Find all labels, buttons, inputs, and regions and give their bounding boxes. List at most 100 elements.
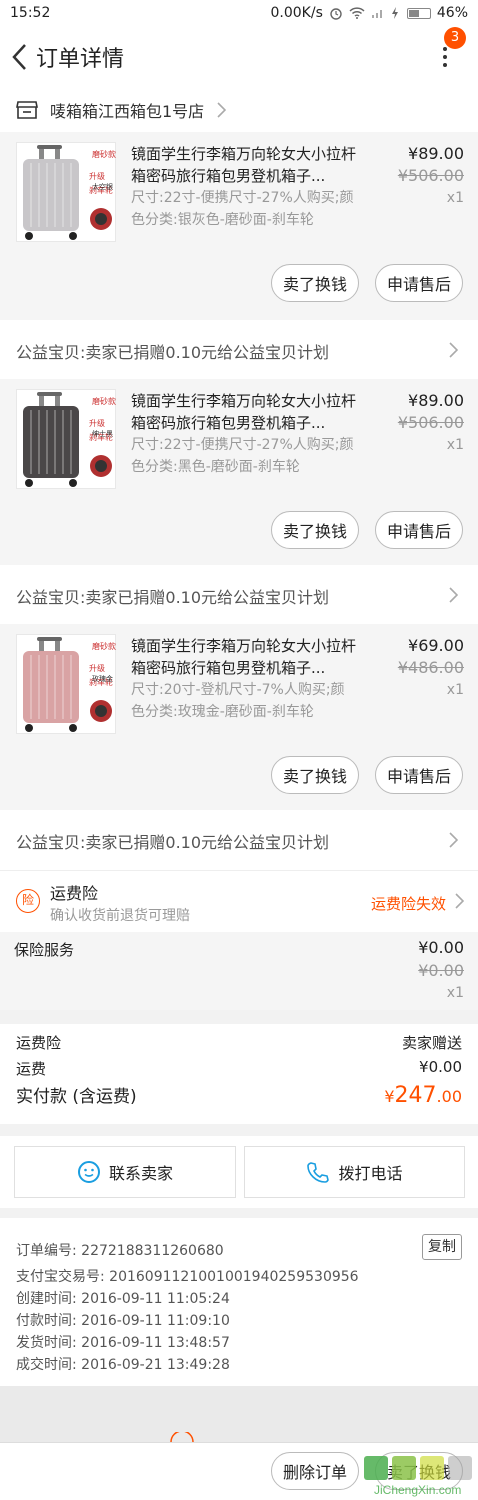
product-sku: 尺寸:22寸-便携尺寸-27%人购买;颜色分类:黑色-磨砂面-刹车轮 <box>131 437 354 475</box>
more-menu-button[interactable]: 3 <box>430 27 466 77</box>
paid-time: 付款时间: 2016-09-11 11:09:10 <box>16 1313 230 1329</box>
contact-bar: 联系卖家 拨打电话 <box>0 1136 478 1208</box>
product-sku: 尺寸:20寸-登机尺寸-7%人购买;颜色分类:玫瑰金-磨砂面-刹车轮 <box>131 682 345 720</box>
after-sale-button[interactable]: 申请售后 <box>375 511 463 549</box>
summary-shipping: 运费 ¥0.00 <box>16 1058 462 1079</box>
chevron-right-icon <box>449 832 458 848</box>
back-button[interactable] <box>4 37 34 77</box>
summary-shipping-label: 运费 <box>16 1060 47 1078</box>
thumb-upgrade-text: 升级 <box>89 418 105 428</box>
alarm-icon <box>330 8 342 20</box>
battery-percent: 46% <box>436 5 468 21</box>
product-sku: 尺寸:22寸-便携尺寸-27%人购买;颜色分类:银灰色-磨砂面-刹车轮 <box>131 190 354 228</box>
more-dot-icon <box>443 55 447 59</box>
product-price: ¥89.00 <box>408 144 464 163</box>
total-dec: .00 <box>436 1087 462 1106</box>
product-title[interactable]: 镜面学生行李箱万向轮女大小拉杆箱密码旅行箱包男登机箱子... <box>131 143 356 187</box>
status-icons: 0.00K/s 46% <box>271 5 469 21</box>
summary-insurance-value: 卖家赠送 <box>401 1034 462 1052</box>
charity-row[interactable]: 公益宝贝:卖家已捐赠0.10元给公益宝贝计划 <box>0 565 478 627</box>
summary-total-label: 实付款 (含运费) <box>16 1087 137 1107</box>
product-thumbnail[interactable]: 磨砂款 升级 刹车轮 太空银 <box>16 142 116 242</box>
nav-bar: 订单详情 3 <box>0 26 478 88</box>
total-int: 247 <box>394 1083 437 1108</box>
order-item[interactable]: 磨砂款 升级 刹车轮 绅士黑 镜面学生行李箱万向轮女大小拉杆箱密码旅行箱包男登机箱子..… <box>0 379 478 567</box>
alipay-number: 支付宝交易号: 2016091121001001940259530956 <box>16 1269 359 1285</box>
suitcase-image: 磨砂款升级刹车轮太空银 <box>23 145 116 240</box>
insurance-service-row: 保险服务 ¥0.00 ¥0.00 x1 <box>0 932 478 1010</box>
sell-exchange-button[interactable]: 卖了换钱 <box>271 511 359 549</box>
chevron-left-icon <box>12 44 26 70</box>
order-number: 订单编号: 2272188311260680 <box>16 1243 224 1259</box>
more-dot-icon <box>443 47 447 51</box>
created-time: 创建时间: 2016-09-11 11:05:24 <box>16 1291 230 1307</box>
call-phone-label: 拨打电话 <box>338 1164 403 1183</box>
status-time: 15:52 <box>10 5 51 21</box>
net-speed: 0.00K/s <box>270 5 323 21</box>
thumb-variant-text: 玫瑰金 <box>92 674 113 683</box>
summary-total: 实付款 (含运费) ¥247.00 <box>16 1082 462 1108</box>
charity-text: 公益宝贝:卖家已捐赠0.10元给公益宝贝计划 <box>16 588 330 607</box>
delete-order-button[interactable]: 删除订单 <box>271 1452 359 1490</box>
phone-icon <box>307 1162 330 1183</box>
insurance-icon: 险 <box>16 889 40 913</box>
charging-icon <box>391 7 398 19</box>
after-sale-button[interactable]: 申请售后 <box>375 756 463 794</box>
wifi-icon <box>349 7 365 19</box>
after-sale-button[interactable]: 申请售后 <box>375 264 463 302</box>
product-original-price: ¥506.00 <box>397 166 464 185</box>
notification-badge: 3 <box>444 27 466 49</box>
shipping-insurance-row[interactable]: 险 运费险 确认收货前退货可理赔 运费险失效 <box>0 870 478 932</box>
summary-shipping-value: ¥0.00 <box>419 1058 462 1076</box>
suitcase-image: 磨砂款升级刹车轮绅士黑 <box>23 392 116 487</box>
product-quantity: x1 <box>446 682 464 698</box>
chevron-right-icon <box>449 342 458 358</box>
store-icon <box>16 101 38 119</box>
insurance-status: 运费险失效 <box>370 895 446 913</box>
shipped-time: 发货时间: 2016-09-11 13:48:57 <box>16 1335 230 1351</box>
order-item[interactable]: 磨砂款 升级 刹车轮 玫瑰金 镜面学生行李箱万向轮女大小拉杆箱密码旅行箱包男登机箱子..… <box>0 624 478 812</box>
contact-seller-button[interactable]: 联系卖家 <box>14 1146 236 1198</box>
product-price: ¥69.00 <box>408 636 464 655</box>
thumb-upgrade-text: 升级 <box>89 663 105 673</box>
product-quantity: x1 <box>446 437 464 453</box>
charity-text: 公益宝贝:卖家已捐赠0.10元给公益宝贝计划 <box>16 833 330 852</box>
copy-button[interactable]: 复制 <box>422 1234 462 1260</box>
charity-row[interactable]: 公益宝贝:卖家已捐赠0.10元给公益宝贝计划 <box>0 320 478 382</box>
summary-insurance: 运费险 卖家赠送 <box>16 1032 462 1053</box>
thumb-badge-text: 磨砂款 <box>92 396 116 406</box>
product-title[interactable]: 镜面学生行李箱万向轮女大小拉杆箱密码旅行箱包男登机箱子... <box>131 635 356 679</box>
sell-exchange-button[interactable]: 卖了换钱 <box>271 264 359 302</box>
product-thumbnail[interactable]: 磨砂款 升级 刹车轮 绅士黑 <box>16 389 116 489</box>
contact-seller-label: 联系卖家 <box>108 1164 173 1183</box>
section-divider <box>0 1386 478 1442</box>
insurance-title: 运费险 <box>50 884 99 903</box>
summary-total-value: ¥247.00 <box>384 1083 462 1108</box>
suitcase-image: 磨砂款升级刹车轮玫瑰金 <box>23 637 116 732</box>
watermark-logo: JiChengXin.com <box>364 1456 472 1497</box>
more-dot-icon <box>443 63 447 67</box>
product-quantity: x1 <box>446 190 464 206</box>
chevron-right-icon <box>455 893 464 909</box>
store-row[interactable]: 唛箱箱江西箱包1号店 <box>0 88 478 132</box>
watermark-domain: JiChengXin.com <box>374 1483 461 1497</box>
thumb-variant-text: 太空银 <box>92 182 113 191</box>
call-phone-button[interactable]: 拨打电话 <box>244 1146 465 1198</box>
sell-exchange-button[interactable]: 卖了换钱 <box>271 756 359 794</box>
product-thumbnail[interactable]: 磨砂款 升级 刹车轮 玫瑰金 <box>16 634 116 734</box>
chevron-right-icon <box>449 587 458 603</box>
thumb-upgrade-text: 升级 <box>89 171 105 181</box>
charity-row[interactable]: 公益宝贝:卖家已捐赠0.10元给公益宝贝计划 <box>0 810 478 872</box>
total-currency: ¥ <box>384 1087 395 1106</box>
signal-icon <box>371 10 382 18</box>
product-title[interactable]: 镜面学生行李箱万向轮女大小拉杆箱密码旅行箱包男登机箱子... <box>131 390 356 434</box>
order-item[interactable]: 磨砂款 升级 刹车轮 太空银 镜面学生行李箱万向轮女大小拉杆箱密码旅行箱包男登机箱子..… <box>0 132 478 320</box>
page-title: 订单详情 <box>36 47 125 72</box>
thumb-variant-text: 绅士黑 <box>92 429 113 438</box>
partial-icon <box>170 1432 194 1442</box>
order-info: 订单编号: 2272188311260680 复制 支付宝交易号: 201609… <box>0 1218 478 1386</box>
thumb-badge-text: 磨砂款 <box>92 641 116 651</box>
chat-icon <box>77 1161 100 1183</box>
closed-time: 成交时间: 2016-09-21 13:49:28 <box>16 1357 230 1373</box>
summary-insurance-label: 运费险 <box>16 1034 62 1052</box>
